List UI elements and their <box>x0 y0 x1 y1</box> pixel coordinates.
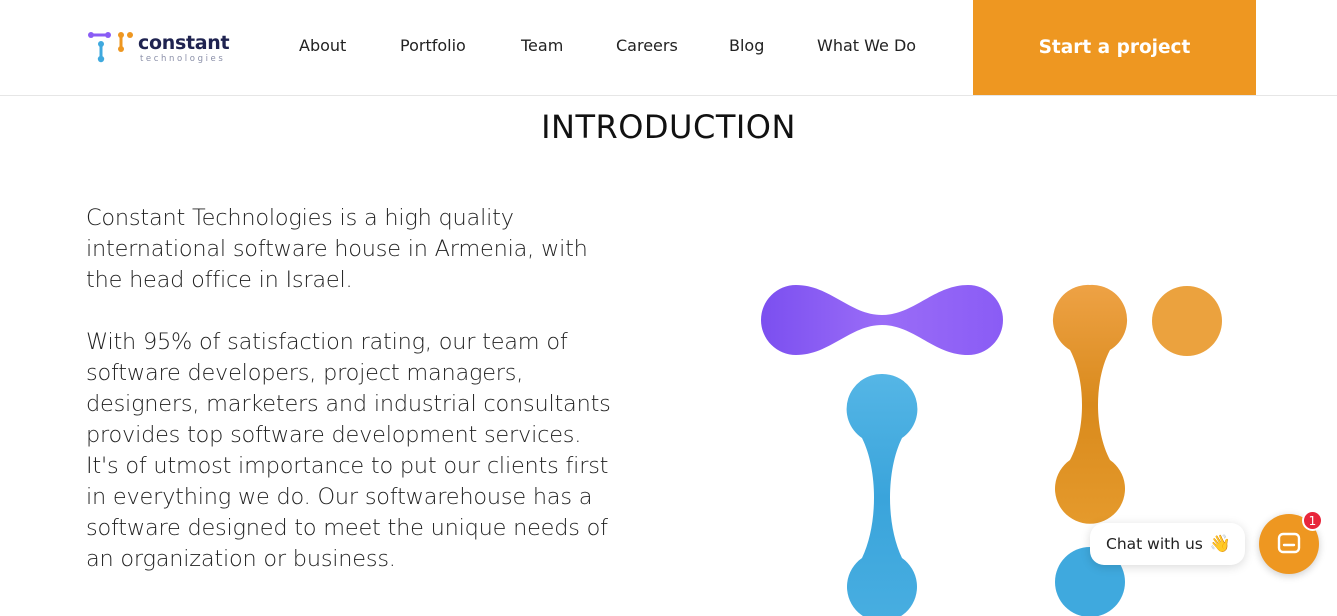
nav-item-what-we-do[interactable]: What We Do <box>817 36 916 55</box>
brand-logo[interactable]: constant technologies <box>86 28 236 68</box>
unread-count-badge: 1 <box>1302 510 1323 531</box>
nav-item-team[interactable]: Team <box>521 36 563 55</box>
intro-paragraph: It's of utmost importance to put our cli… <box>86 453 609 572</box>
intro-text: Constant Technologies is a high quality … <box>86 203 626 575</box>
logo-tagline: technologies <box>140 54 226 64</box>
page-title: INTRODUCTION <box>541 108 796 146</box>
nav-item-blog[interactable]: Blog <box>729 36 764 55</box>
chat-invite-text: Chat with us <box>1106 535 1203 553</box>
start-project-button[interactable]: Start a project <box>973 0 1256 95</box>
nav-item-careers[interactable]: Careers <box>616 36 678 55</box>
chat-invite-bubble[interactable]: Chat with us 👋 <box>1090 523 1245 565</box>
orange-dot-shape <box>1152 286 1222 356</box>
chat-icon <box>1277 532 1301 554</box>
logo-wordmark: constant <box>138 32 230 54</box>
nav-item-about[interactable]: About <box>299 36 346 55</box>
purple-connector-shape <box>761 285 1003 355</box>
blue-connector-shape <box>846 373 918 616</box>
site-header: constant technologies About Portfolio Te… <box>0 0 1337 96</box>
logo-mark-icon <box>88 32 133 63</box>
intro-paragraph: Constant Technologies is a high quality … <box>86 205 588 293</box>
waving-hand-icon: 👋 <box>1209 534 1232 554</box>
intro-paragraph: With 95% of satisfaction rating, our tea… <box>86 329 611 448</box>
orange-connector-shape <box>1052 284 1128 524</box>
nav-item-portfolio[interactable]: Portfolio <box>400 36 466 55</box>
